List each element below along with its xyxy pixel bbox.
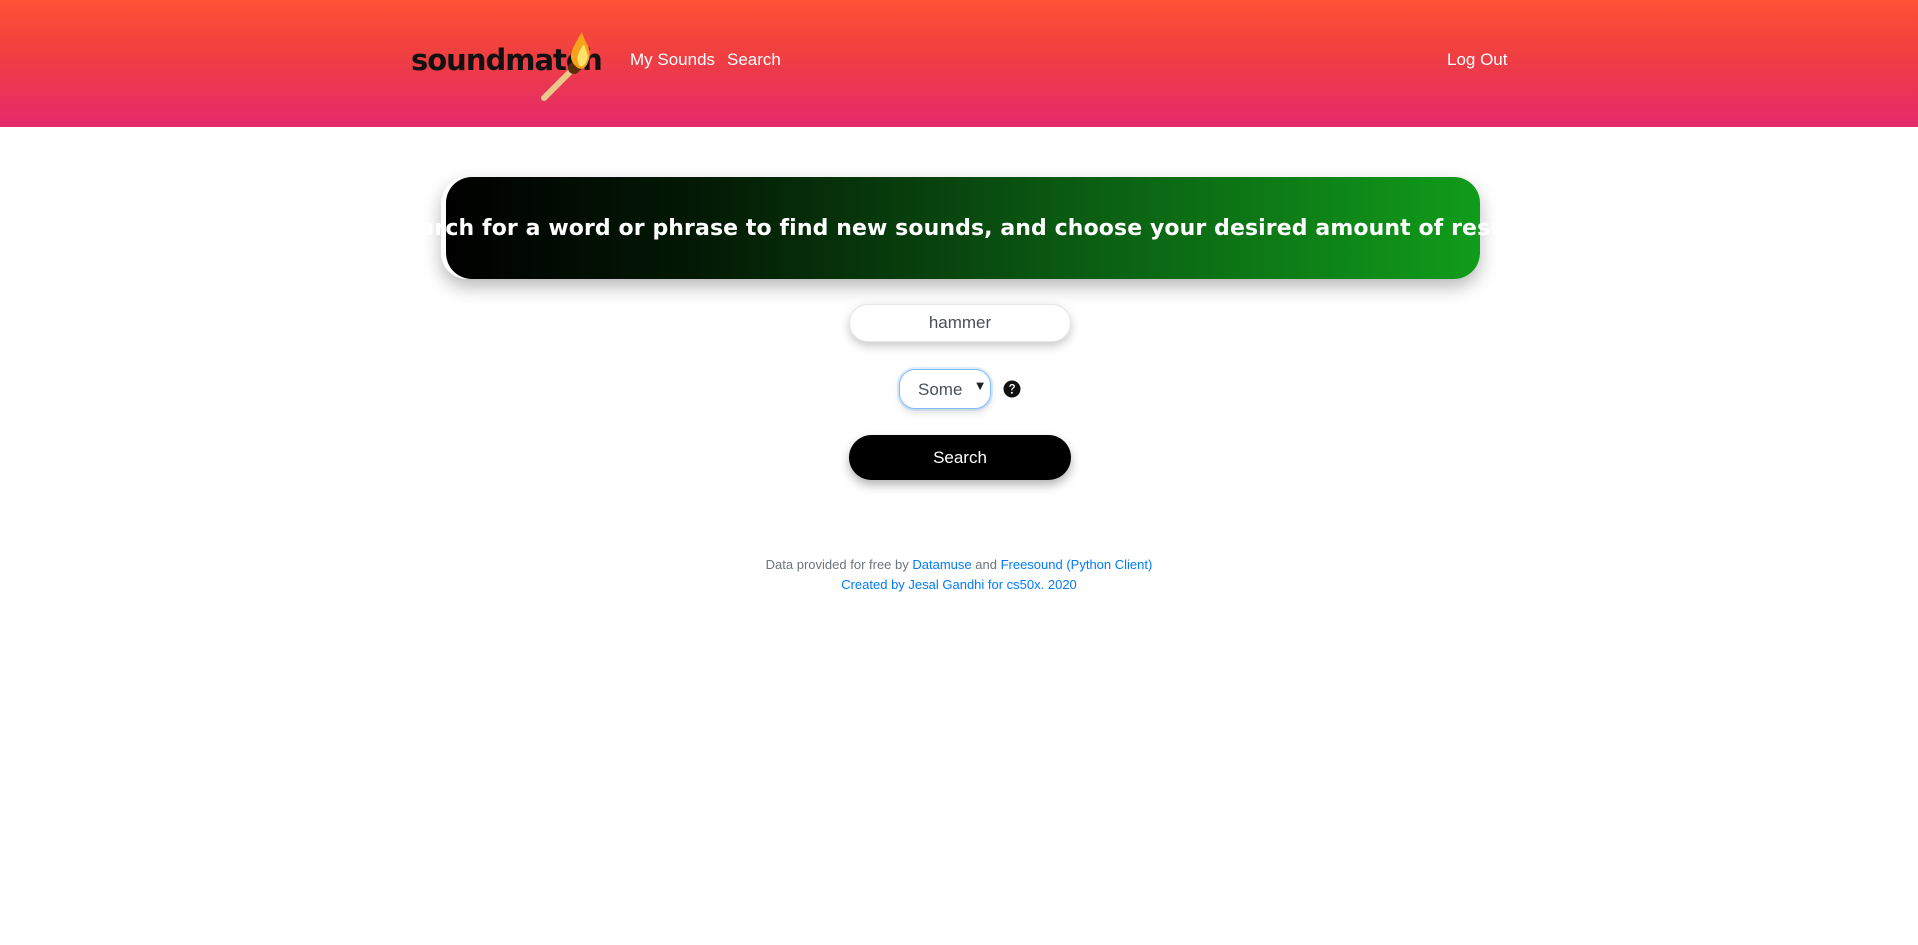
freesound-link[interactable]: Freesound (Python Client) [1001,557,1153,572]
navbar: soundmatch My Sounds Search Log Out [0,0,1918,127]
footer-data-prefix: Data provided for free by [765,557,909,572]
footer-credit-line: Created by Jesal Gandhi for cs50x. 2020 [0,575,1918,595]
results-amount-select[interactable]: Some ▼ [899,369,991,409]
instructions-banner: Search for a word or phrase to find new … [389,177,1537,279]
credit-link[interactable]: Created by Jesal Gandhi for cs50x. 2020 [841,577,1077,592]
chevron-down-icon: ▼ [976,381,984,392]
search-button[interactable]: Search [849,435,1071,480]
nav-search[interactable]: Search [727,50,781,70]
search-input[interactable] [849,304,1071,342]
instructions-text: Search for a word or phrase to find new … [388,215,1538,241]
results-amount-selected: Some [918,380,963,399]
footer-and: and [975,557,997,572]
datamuse-link[interactable]: Datamuse [912,557,971,572]
brand-logo-link[interactable]: soundmatch [410,28,603,101]
footer: Data provided for free by Datamuse and F… [0,555,1918,595]
question-circle-icon[interactable] [1003,380,1021,398]
matchstick-flame-icon [541,32,590,101]
nav-my-sounds[interactable]: My Sounds [630,50,715,70]
footer-data-line: Data provided for free by Datamuse and F… [0,555,1918,575]
instructions-banner-inner: Search for a word or phrase to find new … [389,177,1537,279]
nav-log-out[interactable]: Log Out [1447,50,1508,70]
